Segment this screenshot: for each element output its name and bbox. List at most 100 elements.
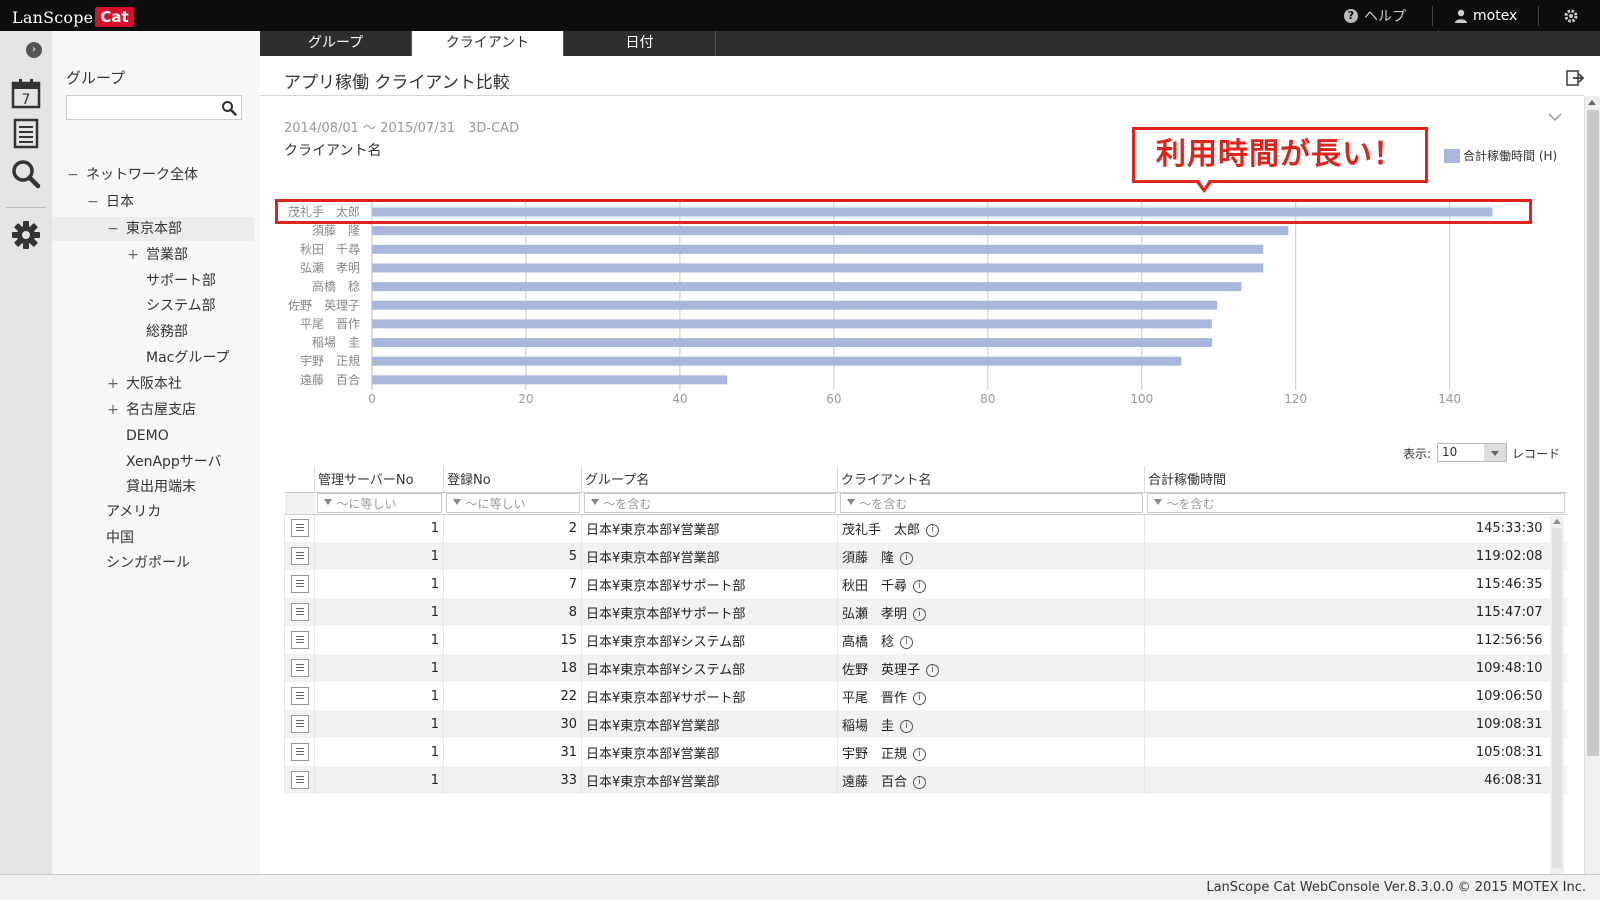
collapse-icon[interactable]: − <box>106 217 120 241</box>
info-icon[interactable]: i <box>913 607 927 621</box>
report-list-icon[interactable] <box>10 117 42 149</box>
info-icon[interactable]: i <box>926 663 940 677</box>
tree-node[interactable]: XenAppサーバ <box>52 450 254 474</box>
info-icon[interactable]: i <box>913 775 927 789</box>
table-scroll-thumb[interactable] <box>1552 528 1562 868</box>
detail-list-icon[interactable] <box>290 603 309 621</box>
tree-node[interactable]: アメリカ <box>52 500 254 524</box>
info-icon[interactable]: i <box>913 747 927 761</box>
filter-group[interactable]: ～を含む <box>581 492 838 515</box>
filter-client[interactable]: ～を含む <box>837 492 1145 515</box>
chart-bar[interactable] <box>372 263 1264 273</box>
info-icon[interactable]: i <box>900 635 914 649</box>
detail-list-icon[interactable] <box>290 575 309 593</box>
info-icon[interactable]: i <box>900 719 914 733</box>
chevron-down-icon[interactable] <box>1484 444 1506 461</box>
tree-node[interactable]: DEMO <box>52 424 254 448</box>
tree-node-label: 貸出用端末 <box>126 479 196 495</box>
info-icon[interactable]: i <box>926 523 940 537</box>
table-row[interactable]: 1 5 日本¥東京本部¥営業部 須藤 隆 i 119:02:08 <box>284 542 1567 570</box>
chart-bar[interactable] <box>372 300 1218 310</box>
table-row[interactable]: 1 15 日本¥東京本部¥システム部 高橋 稔 i 112:56:56 <box>284 626 1567 654</box>
detail-list-icon[interactable] <box>290 519 309 538</box>
table-row[interactable]: 1 8 日本¥東京本部¥サポート部 弘瀬 孝明 i 115:47:07 <box>284 598 1567 626</box>
column-header-server-no[interactable]: 管理サーバーNo <box>314 466 444 493</box>
tree-node[interactable]: 中国 <box>52 526 254 550</box>
column-header-total-time[interactable]: 合計稼働時間 <box>1144 466 1567 493</box>
tree-node[interactable]: 総務部 <box>52 320 254 344</box>
tab-client[interactable]: クライアント <box>412 31 564 56</box>
table-row[interactable]: 1 33 日本¥東京本部¥営業部 遠藤 百合 i 46:08:31 <box>284 766 1567 794</box>
detail-list-icon[interactable] <box>290 547 309 565</box>
chart-bar[interactable] <box>372 244 1264 254</box>
tree-node[interactable]: + 営業部 <box>52 243 254 267</box>
info-icon[interactable]: i <box>913 691 927 705</box>
table-row[interactable]: 1 18 日本¥東京本部¥システム部 佐野 英理子 i 109:48:10 <box>284 654 1567 682</box>
collapse-icon[interactable]: − <box>86 190 100 214</box>
collapse-panel-button[interactable]: › <box>26 42 42 58</box>
table-row[interactable]: 1 31 日本¥東京本部¥営業部 宇野 正規 i 105:08:31 <box>284 738 1567 766</box>
page-size-select[interactable]: 10 <box>1437 443 1507 462</box>
app-logo[interactable]: LanScope Cat <box>12 6 134 28</box>
tree-node[interactable]: − 日本 <box>52 190 254 214</box>
tab-group[interactable]: グループ <box>260 31 412 56</box>
calendar-icon[interactable]: 7 <box>10 77 42 109</box>
tab-date[interactable]: 日付 <box>564 31 716 56</box>
chart-bar[interactable] <box>372 375 728 385</box>
export-icon[interactable] <box>1566 70 1584 86</box>
tree-node[interactable]: システム部 <box>52 294 254 318</box>
column-header-group[interactable]: グループ名 <box>581 466 838 493</box>
user-menu[interactable]: motex <box>1454 0 1517 31</box>
info-icon[interactable]: i <box>900 551 914 565</box>
table-row[interactable]: 1 7 日本¥東京本部¥サポート部 秋田 千尋 i 115:46:35 <box>284 570 1567 598</box>
detail-list-icon[interactable] <box>290 743 309 761</box>
detail-list-icon[interactable] <box>290 659 309 677</box>
tree-node[interactable]: − 東京本部 <box>52 217 254 241</box>
search-icon[interactable] <box>10 158 42 190</box>
table-scrollbar[interactable] <box>1550 516 1564 874</box>
callout-pointer-inner <box>1199 180 1209 188</box>
expand-icon[interactable]: + <box>126 243 140 267</box>
settings-button[interactable] <box>1562 0 1580 31</box>
expand-icon[interactable]: + <box>106 372 120 396</box>
filter-icon <box>590 499 600 507</box>
detail-list-icon[interactable] <box>290 687 309 705</box>
tree-node[interactable]: − ネットワーク全体 <box>52 163 254 187</box>
scroll-up-arrow[interactable] <box>1553 519 1561 524</box>
detail-list-icon[interactable] <box>290 771 309 789</box>
tree-node[interactable]: Macグループ <box>52 346 254 370</box>
row-detail-cell <box>284 514 315 542</box>
table-row[interactable]: 1 2 日本¥東京本部¥営業部 茂礼手 太郎 i 145:33:30 <box>284 514 1567 542</box>
filter-reg-no[interactable]: ～に等しい <box>443 492 582 515</box>
gear-icon[interactable] <box>10 219 42 251</box>
chart-bar[interactable] <box>372 356 1182 366</box>
page-scroll-thumb[interactable] <box>1587 110 1599 756</box>
chart-bar[interactable] <box>372 226 1289 236</box>
scroll-up-arrow[interactable] <box>1588 100 1596 105</box>
collapse-icon[interactable]: − <box>66 163 80 187</box>
filter-server-no[interactable]: ～に等しい <box>314 492 444 515</box>
help-link[interactable]: ? ヘルプ <box>1344 0 1406 31</box>
detail-list-icon[interactable] <box>290 715 309 733</box>
tree-node[interactable]: + 大阪本社 <box>52 372 254 396</box>
column-header-reg-no[interactable]: 登録No <box>443 466 582 493</box>
column-header-client[interactable]: クライアント名 <box>837 466 1145 493</box>
table-row[interactable]: 1 22 日本¥東京本部¥サポート部 平尾 晋作 i 109:06:50 <box>284 682 1567 710</box>
detail-list-icon[interactable] <box>290 631 309 649</box>
tree-search-input[interactable] <box>67 96 217 119</box>
chart-bar[interactable] <box>372 319 1212 329</box>
chart-bar[interactable] <box>372 282 1242 292</box>
expand-icon[interactable]: + <box>106 398 120 422</box>
tree-node[interactable]: + 名古屋支店 <box>52 398 254 422</box>
filter-total-time[interactable]: ～を含む <box>1144 492 1567 515</box>
tree-node[interactable]: シンガポール <box>52 551 254 575</box>
table-row[interactable]: 1 30 日本¥東京本部¥営業部 稲場 圭 i 109:08:31 <box>284 710 1567 738</box>
footer: LanScope Cat WebConsole Ver.8.3.0.0 © 20… <box>0 874 1600 900</box>
cell-client: 弘瀬 孝明 i <box>837 598 1145 626</box>
tree-node[interactable]: サポート部 <box>52 269 254 293</box>
page-scrollbar[interactable] <box>1584 96 1600 874</box>
tree-node[interactable]: 貸出用端末 <box>52 475 254 499</box>
info-icon[interactable]: i <box>913 579 927 593</box>
search-icon[interactable] <box>221 100 237 116</box>
chart-bar[interactable] <box>372 338 1213 348</box>
